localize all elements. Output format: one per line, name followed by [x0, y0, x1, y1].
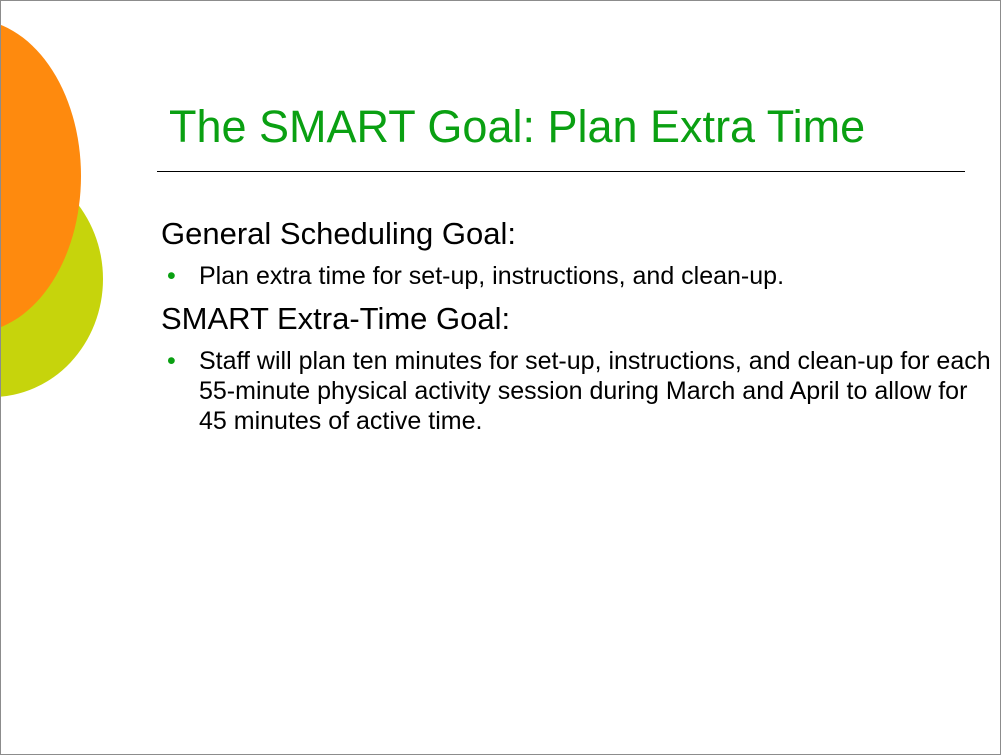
slide: The SMART Goal: Plan Extra Time General …: [0, 0, 1001, 755]
slide-title: The SMART Goal: Plan Extra Time: [169, 101, 866, 152]
bullet-item-general: • Plan extra time for set-up, instructio…: [161, 261, 991, 291]
bullet-text-smart: Staff will plan ten minutes for set-up, …: [199, 347, 991, 435]
bullet-text-general: Plan extra time for set-up, instructions…: [199, 262, 785, 290]
slide-body: General Scheduling Goal: • Plan extra ti…: [161, 213, 991, 443]
section-heading-general: General Scheduling Goal:: [161, 216, 517, 251]
title-divider: [157, 171, 965, 172]
section-heading-smart: SMART Extra-Time Goal:: [161, 301, 511, 336]
bullet-dot-icon: •: [167, 262, 176, 290]
bullet-item-smart: • Staff will plan ten minutes for set-up…: [161, 346, 991, 436]
bullet-dot-icon: •: [167, 347, 176, 375]
